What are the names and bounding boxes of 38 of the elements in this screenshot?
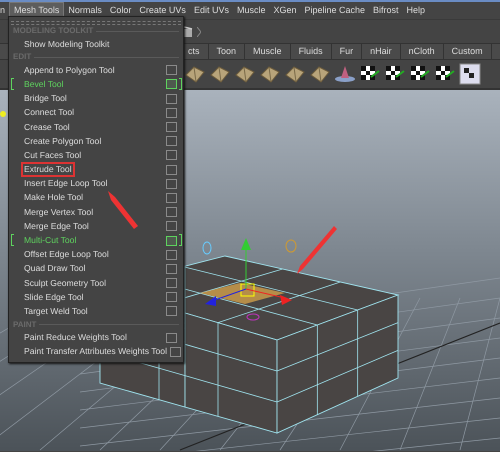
menu-item[interactable]: Extrude Tool: [21, 162, 75, 178]
menu-bar-item[interactable]: Bifrost: [369, 3, 403, 18]
menu-item[interactable]: Insert Edge Loop Tool: [21, 176, 166, 192]
menu-item[interactable]: Paint Reduce Weights Tool: [21, 330, 166, 346]
menu-bar-item[interactable]: Color: [106, 3, 136, 18]
menu-bar-item[interactable]: Pipeline Cache: [300, 3, 370, 18]
shelf-tab[interactable]: Custom: [444, 44, 492, 59]
menu-item[interactable]: Bevel Tool: [21, 76, 166, 92]
menu-bar-item[interactable]: Edit UVs: [190, 3, 233, 18]
menu-bar-item[interactable]: Create UVs: [135, 3, 190, 18]
menu-item[interactable]: Target Weld Tool: [21, 304, 166, 319]
menu-item[interactable]: Slide Edge Tool: [21, 290, 166, 305]
menu-bar-item[interactable]: n: [0, 3, 10, 18]
menu-item[interactable]: Make Hole Tool: [21, 190, 166, 206]
menu-item[interactable]: Create Polygon Tool: [21, 134, 166, 149]
menu-item[interactable]: Connect Tool: [21, 105, 166, 120]
menu-item[interactable]: Offset Edge Loop Tool: [21, 247, 166, 262]
menu-item[interactable]: Multi-Cut Tool: [21, 233, 166, 248]
menu-item[interactable]: Crease Tool: [21, 120, 166, 135]
shelf-tab[interactable]: nCloth: [400, 44, 444, 59]
menu-item[interactable]: Merge Vertex Tool: [21, 204, 166, 220]
shelf-tab[interactable]: Fluids: [290, 44, 332, 59]
menu-item[interactable]: Sculpt Geometry Tool: [21, 276, 166, 291]
shelf-tab[interactable]: nHair: [362, 44, 401, 59]
menu-item[interactable]: Bridge Tool: [21, 91, 166, 106]
shelf-tab[interactable]: Toon: [208, 44, 246, 59]
menu-bar-item[interactable]: Muscle: [232, 3, 270, 18]
menu-bar-item[interactable]: Help: [402, 3, 430, 18]
shelf-tab[interactable]: Muscle: [245, 44, 291, 59]
menu-bar-item[interactable]: XGen: [269, 3, 300, 18]
menu-item[interactable]: Merge Edge Tool: [21, 218, 166, 234]
menu-item[interactable]: Quad Draw Tool: [21, 261, 166, 276]
menu-item[interactable]: Cut Faces Tool: [21, 148, 166, 163]
menu-bar-item[interactable]: Normals: [64, 3, 106, 18]
menu-item[interactable]: Append to Polygon Tool: [21, 62, 166, 78]
menu-item[interactable]: Paint Transfer Attributes Weights Tool: [21, 344, 170, 360]
shelf-tab[interactable]: Fur: [332, 44, 362, 59]
menu-item[interactable]: Show Modeling Toolkit: [21, 36, 177, 52]
